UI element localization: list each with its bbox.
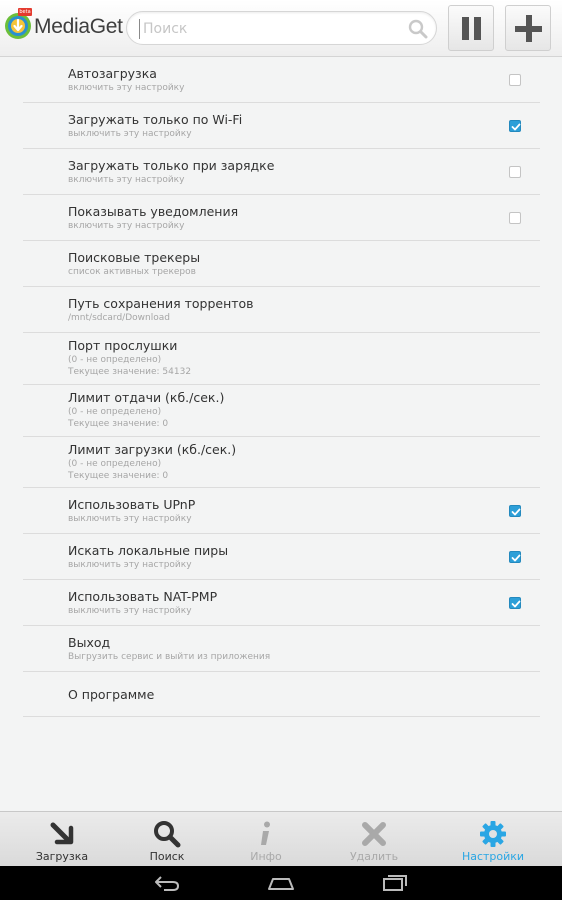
bottom-navigation: Загрузка Поиск Инфо Удалить Настройки xyxy=(0,811,562,866)
tab-label: Поиск xyxy=(149,850,185,863)
checkmark-icon xyxy=(511,123,521,131)
setting-title: Загружать только по Wi-Fi xyxy=(68,112,243,127)
app-title: MediaGet xyxy=(34,15,123,38)
home-icon[interactable] xyxy=(266,872,296,894)
setting-title: Поисковые трекеры xyxy=(68,250,201,265)
pause-button[interactable] xyxy=(448,5,494,51)
setting-description: включить эту настройку xyxy=(68,221,185,231)
setting-checkbox[interactable] xyxy=(509,166,521,178)
add-torrent-button[interactable] xyxy=(505,5,551,51)
settings-row[interactable]: Выход Выгрузить сервис и выйти из приложе… xyxy=(23,626,540,672)
pause-icon xyxy=(462,17,481,40)
tab-delete[interactable]: Удалить xyxy=(322,812,426,867)
tab-settings[interactable]: Настройки xyxy=(441,812,545,867)
setting-title: О программе xyxy=(68,687,155,702)
download-arrow-icon xyxy=(50,822,74,845)
setting-title: Показывать уведомления xyxy=(68,204,239,219)
setting-title: Автозагрузка xyxy=(68,66,157,81)
plus-icon xyxy=(515,15,542,42)
setting-description: (0 - не определено) xyxy=(68,355,162,365)
checkmark-icon xyxy=(511,508,521,516)
settings-row[interactable]: Поисковые трекеры список активных трекеро… xyxy=(23,241,540,287)
settings-row[interactable]: Загружать только при зарядке включить эту… xyxy=(23,149,540,195)
search-icon xyxy=(154,821,181,848)
tab-info[interactable]: Инфо xyxy=(214,812,318,867)
search-icon[interactable] xyxy=(408,19,428,39)
action-bar: beta MediaGet xyxy=(0,0,562,57)
tab-label: Настройки xyxy=(461,850,525,863)
tab-download[interactable]: Загрузка xyxy=(10,812,114,867)
system-navigation-bar xyxy=(0,866,562,900)
settings-row[interactable]: Показывать уведомления включить эту настр… xyxy=(23,195,540,241)
setting-description: включить эту настройку xyxy=(68,175,185,185)
setting-title: Лимит отдачи (кб./сек.) xyxy=(68,390,225,405)
setting-checkbox[interactable] xyxy=(509,212,521,224)
tab-search[interactable]: Поиск xyxy=(115,812,219,867)
setting-title: Использовать UPnP xyxy=(68,497,196,512)
settings-list: Автозагрузка включить эту настройку Загруж… xyxy=(23,57,540,717)
settings-row[interactable]: Использовать NAT-PMP выключить эту настро… xyxy=(23,580,540,626)
setting-title: Лимит загрузки (кб./сек.) xyxy=(68,442,237,457)
settings-row[interactable]: О программе xyxy=(23,672,540,717)
setting-description: Текущее значение: 54132 xyxy=(68,367,192,377)
checkmark-icon xyxy=(511,554,521,562)
tab-label: Загрузка xyxy=(35,850,89,863)
setting-description: (0 - не определено) xyxy=(68,407,162,417)
recents-icon[interactable] xyxy=(380,872,410,894)
setting-checkbox[interactable] xyxy=(509,505,521,517)
setting-checkbox[interactable] xyxy=(509,120,521,132)
setting-description: выключить эту настройку xyxy=(68,514,192,524)
mediaget-logo-icon xyxy=(5,13,31,39)
setting-description: включить эту настройку xyxy=(68,83,185,93)
settings-row[interactable]: Порт прослушки (0 - не определено) Текущее… xyxy=(23,333,540,385)
settings-row[interactable]: Искать локальные пиры выключить эту настр… xyxy=(23,534,540,580)
setting-title: Искать локальные пиры xyxy=(68,543,229,558)
info-icon xyxy=(261,821,270,845)
setting-description: Текущее значение: 0 xyxy=(68,419,169,429)
tab-label: Удалить xyxy=(349,850,399,863)
setting-title: Загружать только при зарядке xyxy=(68,158,275,173)
search-input[interactable] xyxy=(139,19,399,39)
setting-checkbox[interactable] xyxy=(509,551,521,563)
settings-row[interactable]: Лимит отдачи (кб./сек.) (0 - не определен… xyxy=(23,385,540,437)
tab-label: Инфо xyxy=(250,850,282,863)
setting-description: (0 - не определено) xyxy=(68,459,162,469)
setting-title: Использовать NAT-PMP xyxy=(68,589,218,604)
setting-description: Текущее значение: 0 xyxy=(68,471,169,481)
back-icon[interactable] xyxy=(152,872,182,894)
setting-description: выключить эту настройку xyxy=(68,606,192,616)
setting-title: Порт прослушки xyxy=(68,338,178,353)
settings-row[interactable]: Путь сохранения торрентов/mnt/sdcard/Dow… xyxy=(23,287,540,333)
setting-description: Выгрузить сервис и выйти из приложения xyxy=(68,652,271,662)
settings-row[interactable]: Загружать только по Wi-Fi выключить эту н… xyxy=(23,103,540,149)
settings-row[interactable]: Автозагрузка включить эту настройку xyxy=(23,57,540,103)
setting-description: список активных трекеров xyxy=(68,267,196,277)
setting-checkbox[interactable] xyxy=(509,74,521,86)
setting-title: Путь сохранения торрентов xyxy=(68,296,254,311)
settings-row[interactable]: Использовать UPnP выключить эту настройку xyxy=(23,488,540,534)
setting-title: Выход xyxy=(68,635,111,650)
setting-description: /mnt/sdcard/Download xyxy=(68,313,170,323)
search-box[interactable] xyxy=(126,11,437,45)
delete-x-icon xyxy=(362,822,386,846)
setting-description: выключить эту настройку xyxy=(68,129,192,139)
gear-icon xyxy=(480,821,506,847)
beta-badge: beta xyxy=(18,8,32,16)
settings-row[interactable]: Лимит загрузки (кб./сек.) (0 - не определ… xyxy=(23,437,540,488)
setting-description: выключить эту настройку xyxy=(68,560,192,570)
setting-checkbox[interactable] xyxy=(509,597,521,609)
checkmark-icon xyxy=(511,600,521,608)
